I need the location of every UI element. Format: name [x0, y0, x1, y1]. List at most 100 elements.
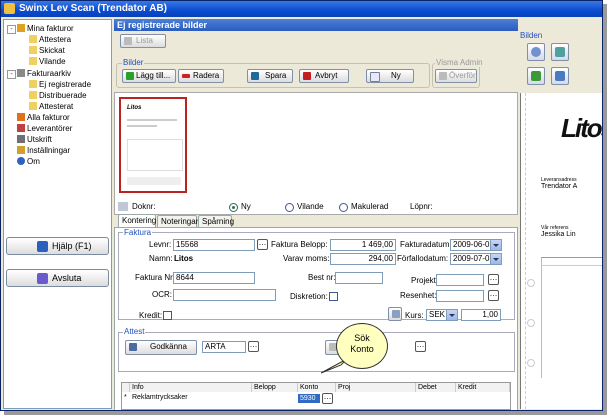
- navigation-pane: - Mina fakturor Attestera Skickat Viland…: [3, 19, 112, 409]
- dropdown-arrow-icon[interactable]: [490, 240, 501, 250]
- radio-vilande-label: Vilande: [297, 202, 324, 211]
- delete-image-button[interactable]: Radera: [178, 69, 224, 83]
- kurs-label: Kurs:: [405, 311, 424, 320]
- thumb-line: [127, 119, 177, 121]
- new-button[interactable]: Ny: [366, 69, 414, 83]
- tree-item-leverantorer[interactable]: Leverantörer: [17, 124, 72, 134]
- kredit-checkbox[interactable]: [163, 311, 172, 320]
- window-title: Swinx Lev Scan (Trendator AB): [19, 3, 167, 14]
- grid-cell-konto[interactable]: 5930: [298, 394, 320, 403]
- attest-group-label: Attest: [123, 327, 146, 336]
- resenhet-label: Resenhet:: [400, 291, 437, 300]
- forfallodatum-picker[interactable]: 2009-07-02: [450, 253, 502, 265]
- exit-button[interactable]: Avsluta: [6, 269, 109, 287]
- currency-select[interactable]: SEK: [426, 309, 458, 321]
- punch-hole: [527, 279, 535, 287]
- tree-item-fakturaarkiv[interactable]: Fakturaarkiv: [17, 69, 71, 79]
- tree-item-ej-registrerade[interactable]: Ej registrerade: [29, 80, 91, 90]
- radio-ny[interactable]: [229, 203, 238, 212]
- preview-reference: Jessika Lin: [541, 231, 576, 238]
- tree-item-skickat[interactable]: Skickat: [29, 46, 65, 56]
- zoom-button[interactable]: [527, 43, 545, 61]
- resenhet-field[interactable]: [436, 290, 484, 302]
- tree-item-attesterat[interactable]: Attesterat: [29, 102, 73, 112]
- ocr-field[interactable]: [173, 289, 276, 301]
- levnr-lookup-button[interactable]: …: [257, 239, 268, 250]
- radio-ny-label: Ny: [241, 202, 251, 211]
- help-button[interactable]: Hjälp (F1): [6, 237, 109, 255]
- fakturanr-field[interactable]: 8644: [173, 272, 255, 284]
- belopp-field[interactable]: 1 469,00: [330, 239, 396, 251]
- konto-lookup-button[interactable]: …: [322, 393, 333, 404]
- bestnr-field[interactable]: [335, 272, 383, 284]
- grid-header-konto: Konto: [298, 383, 336, 392]
- grid-header-info: Info: [130, 383, 252, 392]
- tree-item-vilande[interactable]: Vilande: [29, 57, 66, 67]
- currency-icon: [392, 310, 400, 318]
- projekt-field[interactable]: [436, 274, 484, 286]
- resenhet-lookup-button[interactable]: …: [488, 290, 499, 301]
- tree-item-attestera[interactable]: Attestera: [29, 35, 71, 45]
- grid-header-debet: Debet: [416, 383, 456, 392]
- moms-label: Varav moms:: [283, 254, 330, 263]
- lista-button[interactable]: Lista: [120, 34, 166, 48]
- tree-item-alla-fakturor[interactable]: Alla fakturor: [17, 113, 70, 123]
- title-bar[interactable]: Swinx Lev Scan (Trendator AB): [1, 1, 602, 17]
- fakturanr-label: Faktura Nr:: [135, 273, 176, 282]
- preview-company: Trendator A: [541, 183, 578, 190]
- rate-field[interactable]: 1,00: [461, 309, 501, 321]
- image-edit-button[interactable]: [551, 67, 569, 85]
- moms-field[interactable]: 294,00: [330, 253, 396, 265]
- save-button[interactable]: Spara: [247, 69, 293, 83]
- projekt-lookup-button[interactable]: …: [488, 274, 499, 285]
- expander-mina-fakturor[interactable]: -: [7, 25, 16, 34]
- new-document-icon: [370, 72, 380, 82]
- cancel-button[interactable]: Avbryt: [299, 69, 349, 83]
- kontering-grid: Info Belopp Konto Proj Debet Kredit * Re…: [121, 382, 511, 410]
- currency-button[interactable]: [388, 307, 402, 321]
- save-icon: [251, 72, 259, 80]
- transfer-button[interactable]: Överför: [435, 69, 477, 83]
- folder-icon: [29, 35, 37, 43]
- tree-item-om[interactable]: Om: [17, 157, 40, 167]
- tree-item-installningar[interactable]: Inställningar: [17, 146, 70, 156]
- approve-button[interactable]: Godkänna: [125, 340, 197, 355]
- dropdown-arrow-icon[interactable]: [490, 254, 501, 264]
- diskretion-checkbox[interactable]: [329, 292, 338, 301]
- archive-icon: [17, 69, 25, 77]
- rotate-button[interactable]: [527, 67, 545, 85]
- grid-header-proj: Proj: [336, 383, 416, 392]
- dropdown-arrow-icon[interactable]: [446, 310, 457, 320]
- punch-hole: [527, 359, 535, 367]
- bilder-group-label: Bilder: [122, 58, 145, 67]
- attest-code-field[interactable]: ARTA: [202, 341, 246, 353]
- levnr-field[interactable]: 15568: [173, 239, 255, 251]
- forfallodatum-label: Förfallodatum:: [397, 254, 449, 263]
- monitor-icon: [555, 47, 565, 57]
- add-image-button[interactable]: Lägg till...: [122, 69, 176, 83]
- app-icon: [4, 3, 15, 14]
- fit-screen-button[interactable]: [551, 43, 569, 61]
- belopp-label: Faktura Belopp:: [271, 240, 328, 249]
- attest-lookup-button[interactable]: …: [248, 341, 259, 352]
- attest-lookup-button-2[interactable]: …: [415, 341, 426, 352]
- tree-item-mina-fakturor[interactable]: Mina fakturor: [17, 24, 74, 34]
- doc-icon: [118, 202, 128, 211]
- callout-line-1: Sök: [354, 333, 370, 343]
- expander-fakturaarkiv[interactable]: -: [7, 70, 16, 79]
- grid-cell-info[interactable]: Reklamtrycksaker: [130, 393, 250, 403]
- ocr-label: OCR:: [152, 290, 172, 299]
- invoice-thumbnail[interactable]: Litos: [119, 97, 187, 193]
- tree-item-distribuerade[interactable]: Distribuerade: [29, 91, 87, 101]
- namn-value: Litos: [174, 254, 194, 263]
- main-pane: Ej registrerade bilder Lista Bilder Lägg…: [114, 19, 518, 410]
- radio-vilande[interactable]: [285, 203, 294, 212]
- fakturadatum-picker[interactable]: 2009-06-02: [450, 239, 502, 251]
- kontering-panel: Faktura Levnr: 15568 … Namn: Litos Faktu…: [114, 227, 518, 410]
- check-folder-icon: [17, 24, 25, 32]
- tree-item-utskrift[interactable]: Utskrift: [17, 135, 52, 145]
- tab-sparning[interactable]: Spårning: [198, 215, 234, 227]
- radio-makulerad[interactable]: [339, 203, 348, 212]
- tab-noteringar[interactable]: Noteringar: [157, 215, 198, 227]
- tab-kontering[interactable]: Kontering: [118, 214, 156, 227]
